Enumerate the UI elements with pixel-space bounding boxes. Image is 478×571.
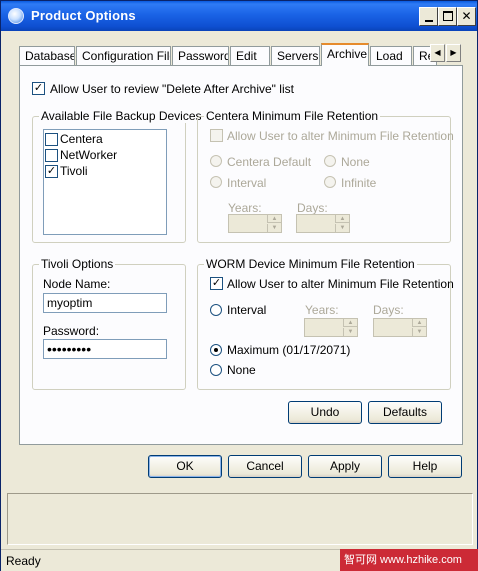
centera-infinite-label: Infinite — [341, 176, 377, 190]
worm-allow-alter-label: Allow User to alter Minimum File Retenti… — [227, 277, 454, 291]
close-button[interactable]: ✕ — [457, 7, 476, 26]
tivoli-checkbox[interactable]: ✓ — [45, 165, 58, 178]
worm-retention-group: WORM Device Minimum File Retention ✓ All… — [197, 257, 454, 390]
tab-scroll-left-button[interactable]: ◀ — [430, 44, 445, 62]
tab-database[interactable]: Database — [19, 46, 75, 65]
maximize-icon — [443, 11, 453, 21]
tivoli-options-group: Tivoli Options Node Name: myoptim Passwo… — [32, 257, 186, 390]
app-icon — [8, 8, 24, 24]
centera-days-label: Days: — [297, 201, 328, 215]
left-arrow-icon: ◀ — [434, 48, 441, 57]
worm-allow-alter-checkbox[interactable]: ✓ — [210, 277, 223, 290]
help-button[interactable]: Help — [388, 455, 462, 478]
undo-button[interactable]: Undo — [288, 401, 362, 424]
defaults-button[interactable]: Defaults — [368, 401, 442, 424]
status-text: Ready — [6, 554, 41, 568]
networker-checkbox[interactable] — [45, 149, 58, 162]
tab-load[interactable]: Load — [370, 46, 412, 65]
centera-interval-label: Interval — [227, 176, 267, 190]
spin-down-icon[interactable]: ▼ — [267, 224, 281, 232]
centera-allow-alter-label: Allow User to alter Minimum File Retenti… — [227, 129, 454, 143]
tab-strip: Database Configuration File Password Edi… — [19, 43, 465, 66]
title-bar[interactable]: Product Options ✕ — [1, 1, 477, 31]
node-name-label: Node Name: — [43, 277, 111, 291]
window-title: Product Options — [31, 8, 136, 23]
worm-years-label: Years: — [305, 303, 339, 317]
centera-default-label: Centera Default — [227, 155, 312, 169]
allow-review-checkbox[interactable]: ✓ — [32, 82, 45, 95]
worm-maximum-radio[interactable] — [210, 344, 222, 356]
centera-checkbox[interactable] — [45, 133, 58, 146]
tivoli-options-title: Tivoli Options — [39, 257, 116, 271]
spin-down-icon[interactable]: ▼ — [412, 328, 426, 336]
tab-scroll-right-button[interactable]: ▶ — [446, 44, 461, 62]
password-label: Password: — [43, 324, 100, 338]
worm-retention-title: WORM Device Minimum File Retention — [204, 257, 417, 271]
product-options-window: Product Options ✕ Database Configuration… — [0, 0, 478, 571]
tab-configuration-file[interactable]: Configuration File — [76, 46, 171, 65]
spin-down-icon[interactable]: ▼ — [335, 224, 349, 232]
worm-interval-label: Interval — [227, 303, 267, 317]
ok-button[interactable]: OK — [148, 455, 222, 478]
tab-edit[interactable]: Edit — [230, 46, 270, 65]
centera-years-spinner[interactable]: ▲ ▼ — [228, 214, 282, 233]
worm-days-label: Days: — [373, 303, 404, 317]
spin-up-icon[interactable]: ▲ — [267, 215, 281, 223]
centera-retention-title: Centera Minimum File Retention — [204, 109, 381, 123]
worm-interval-radio[interactable] — [210, 304, 222, 316]
worm-days-spinner[interactable]: ▲ ▼ — [373, 318, 427, 337]
worm-none-radio[interactable] — [210, 364, 222, 376]
centera-days-spinner[interactable]: ▲ ▼ — [296, 214, 350, 233]
tivoli-label: Tivoli — [60, 164, 88, 178]
centera-default-radio[interactable] — [210, 155, 222, 167]
minimize-button[interactable] — [419, 7, 438, 26]
centera-none-radio[interactable] — [324, 155, 336, 167]
allow-review-label: Allow User to review "Delete After Archi… — [50, 82, 294, 96]
centera-label: Centera — [60, 132, 103, 146]
worm-none-label: None — [227, 363, 256, 377]
centera-allow-alter-checkbox[interactable] — [210, 129, 223, 142]
password-input[interactable]: ••••••••• — [43, 339, 167, 359]
spin-down-icon[interactable]: ▼ — [343, 328, 357, 336]
worm-maximum-label: Maximum (01/17/2071) — [227, 343, 351, 357]
worm-years-spinner[interactable]: ▲ ▼ — [304, 318, 358, 337]
maximize-button[interactable] — [438, 7, 457, 26]
message-area — [7, 493, 473, 545]
centera-none-label: None — [341, 155, 370, 169]
node-name-input[interactable]: myoptim — [43, 293, 167, 313]
archive-tab-panel: ✓ Allow User to review "Delete After Arc… — [19, 65, 463, 445]
close-icon: ✕ — [461, 9, 472, 23]
watermark: 智可网 www.hzhike.com — [340, 549, 478, 571]
backup-devices-list[interactable]: Centera NetWorker ✓ Tivoli — [43, 129, 167, 235]
tab-archive[interactable]: Archive — [321, 43, 369, 66]
centera-years-label: Years: — [228, 201, 262, 215]
backup-devices-group: Available File Backup Devices Centera Ne… — [32, 109, 204, 243]
networker-label: NetWorker — [60, 148, 118, 162]
cancel-button[interactable]: Cancel — [228, 455, 302, 478]
spin-up-icon[interactable]: ▲ — [343, 319, 357, 327]
centera-interval-radio[interactable] — [210, 176, 222, 188]
right-arrow-icon: ▶ — [450, 48, 457, 57]
tab-servers[interactable]: Servers — [271, 46, 320, 65]
tab-password[interactable]: Password — [172, 46, 229, 65]
spin-up-icon[interactable]: ▲ — [412, 319, 426, 327]
centera-infinite-radio[interactable] — [324, 176, 336, 188]
centera-retention-group: Centera Minimum File Retention Allow Use… — [197, 109, 454, 243]
minimize-icon — [425, 20, 433, 22]
backup-devices-title: Available File Backup Devices — [39, 109, 204, 123]
apply-button[interactable]: Apply — [308, 455, 382, 478]
spin-up-icon[interactable]: ▲ — [335, 215, 349, 223]
